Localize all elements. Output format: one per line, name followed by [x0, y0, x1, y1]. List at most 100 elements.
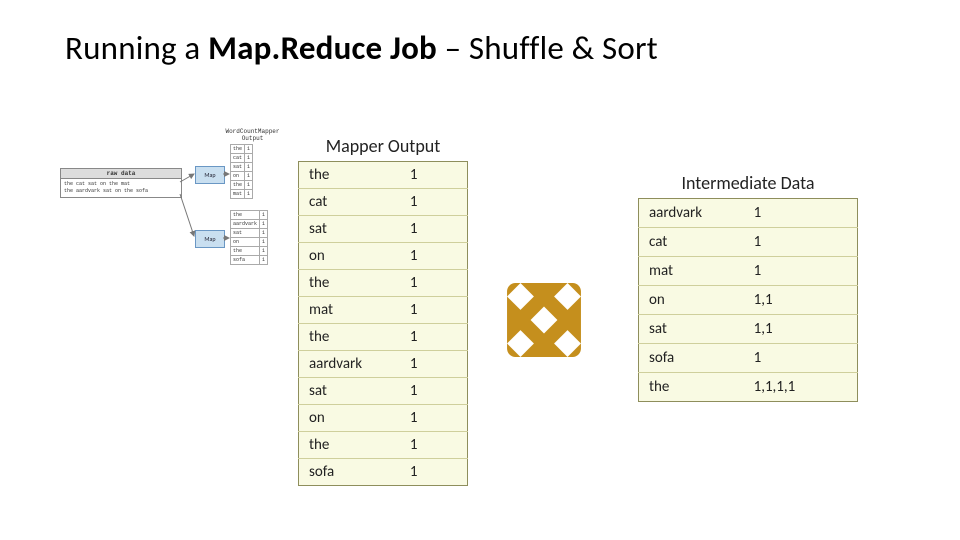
mini-row: on1: [231, 238, 268, 247]
cell: 1,1: [744, 315, 858, 344]
cell: mat: [299, 297, 400, 324]
mini-row: sofa1: [231, 256, 268, 265]
cell: 1: [744, 228, 858, 257]
cell: the: [231, 211, 260, 220]
intermediate-data-title: Intermediate Data: [638, 172, 858, 194]
cell: 1: [245, 145, 253, 154]
cell: 1: [245, 190, 253, 199]
mapper-row: the1: [299, 324, 468, 351]
raw-data-box: raw data the cat sat on the mat the aard…: [60, 168, 182, 198]
cell: 1: [260, 211, 268, 220]
mapper-output-table: the1cat1sat1on1the1mat1the1aardvark1sat1…: [298, 161, 468, 486]
cell: 1: [400, 216, 468, 243]
mini-diagram: WordCountMapper Output raw data the cat …: [60, 132, 285, 292]
cell: 1: [245, 172, 253, 181]
mini-row: the1: [231, 145, 253, 154]
slide-title: Running a Map.Reduce Job – Shuffle & Sor…: [65, 28, 658, 68]
mapper-row: cat1: [299, 189, 468, 216]
cell: aardvark: [299, 351, 400, 378]
cell: aardvark: [639, 199, 744, 228]
cell: on: [231, 238, 260, 247]
mapper-row: mat1: [299, 297, 468, 324]
mapper-row: sat1: [299, 216, 468, 243]
cell: sat: [231, 229, 260, 238]
mapper-row: aardvark1: [299, 351, 468, 378]
cell: sat: [299, 378, 400, 405]
inter-row: sofa1: [639, 344, 858, 373]
cell: on: [639, 286, 744, 315]
cell: 1: [744, 344, 858, 373]
cell: 1: [260, 256, 268, 265]
inter-row: sat1,1: [639, 315, 858, 344]
cell: 1,1: [744, 286, 858, 315]
cell: sat: [299, 216, 400, 243]
mapper-row: on1: [299, 405, 468, 432]
mapper-row: on1: [299, 243, 468, 270]
title-bold: Map.Reduce Job: [208, 28, 445, 68]
shuffle-sort-icon: [502, 278, 586, 362]
cell: 1: [400, 324, 468, 351]
mapper-row: the1: [299, 270, 468, 297]
cell: on: [299, 243, 400, 270]
mini-row: the1: [231, 211, 268, 220]
cell: the: [231, 247, 260, 256]
cell: 1: [245, 154, 253, 163]
cell: 1: [260, 238, 268, 247]
cell: 1: [260, 229, 268, 238]
cell: sofa: [231, 256, 260, 265]
cell: the: [639, 373, 744, 402]
mini-output-header: WordCountMapper Output: [225, 128, 280, 142]
title-post: – Shuffle & Sort: [445, 28, 658, 68]
mapper-row: the1: [299, 432, 468, 459]
inter-row: the1,1,1,1: [639, 373, 858, 402]
cell: 1: [744, 199, 858, 228]
mini-row: aardvark1: [231, 220, 268, 229]
mapper-output-panel: Mapper Output the1cat1sat1on1the1mat1the…: [298, 135, 468, 486]
cell: mat: [639, 257, 744, 286]
cell: 1: [400, 270, 468, 297]
mini-row: on1: [231, 172, 253, 181]
raw-data-text: the cat sat on the mat the aardvark sat …: [61, 179, 181, 197]
mapper-row: the1: [299, 162, 468, 189]
cell: 1: [400, 351, 468, 378]
cell: the: [299, 162, 400, 189]
mini-row: sat1: [231, 163, 253, 172]
mini-table-1: the1cat1sat1on1the1mat1: [230, 144, 253, 199]
cell: 1: [400, 459, 468, 486]
mini-table-2: the1aardvark1sat1on1the1sofa1: [230, 210, 268, 265]
cell: 1: [400, 243, 468, 270]
cell: 1,1,1,1: [744, 373, 858, 402]
map-box-1: Map: [195, 166, 225, 184]
cell: cat: [231, 154, 245, 163]
intermediate-data-panel: Intermediate Data aardvark1cat1mat1on1,1…: [638, 172, 858, 402]
cell: the: [299, 324, 400, 351]
cell: 1: [260, 247, 268, 256]
mini-row: sat1: [231, 229, 268, 238]
cell: 1: [744, 257, 858, 286]
mapper-row: sat1: [299, 378, 468, 405]
map-box-2: Map: [195, 230, 225, 248]
cell: 1: [245, 163, 253, 172]
cell: the: [299, 432, 400, 459]
cell: 1: [400, 189, 468, 216]
cell: 1: [400, 378, 468, 405]
cell: 1: [400, 297, 468, 324]
inter-row: on1,1: [639, 286, 858, 315]
cell: the: [231, 181, 245, 190]
title-pre: Running a: [65, 28, 208, 68]
cell: cat: [639, 228, 744, 257]
cell: mat: [231, 190, 245, 199]
cell: aardvark: [231, 220, 260, 229]
cell: on: [231, 172, 245, 181]
cell: 1: [260, 220, 268, 229]
mini-row: cat1: [231, 154, 253, 163]
cell: sat: [231, 163, 245, 172]
raw-data-header: raw data: [61, 169, 181, 179]
mapper-row: sofa1: [299, 459, 468, 486]
cell: 1: [400, 432, 468, 459]
mini-row: mat1: [231, 190, 253, 199]
intermediate-data-table: aardvark1cat1mat1on1,1sat1,1sofa1the1,1,…: [638, 198, 858, 402]
cell: the: [299, 270, 400, 297]
cell: sofa: [299, 459, 400, 486]
cell: 1: [400, 405, 468, 432]
